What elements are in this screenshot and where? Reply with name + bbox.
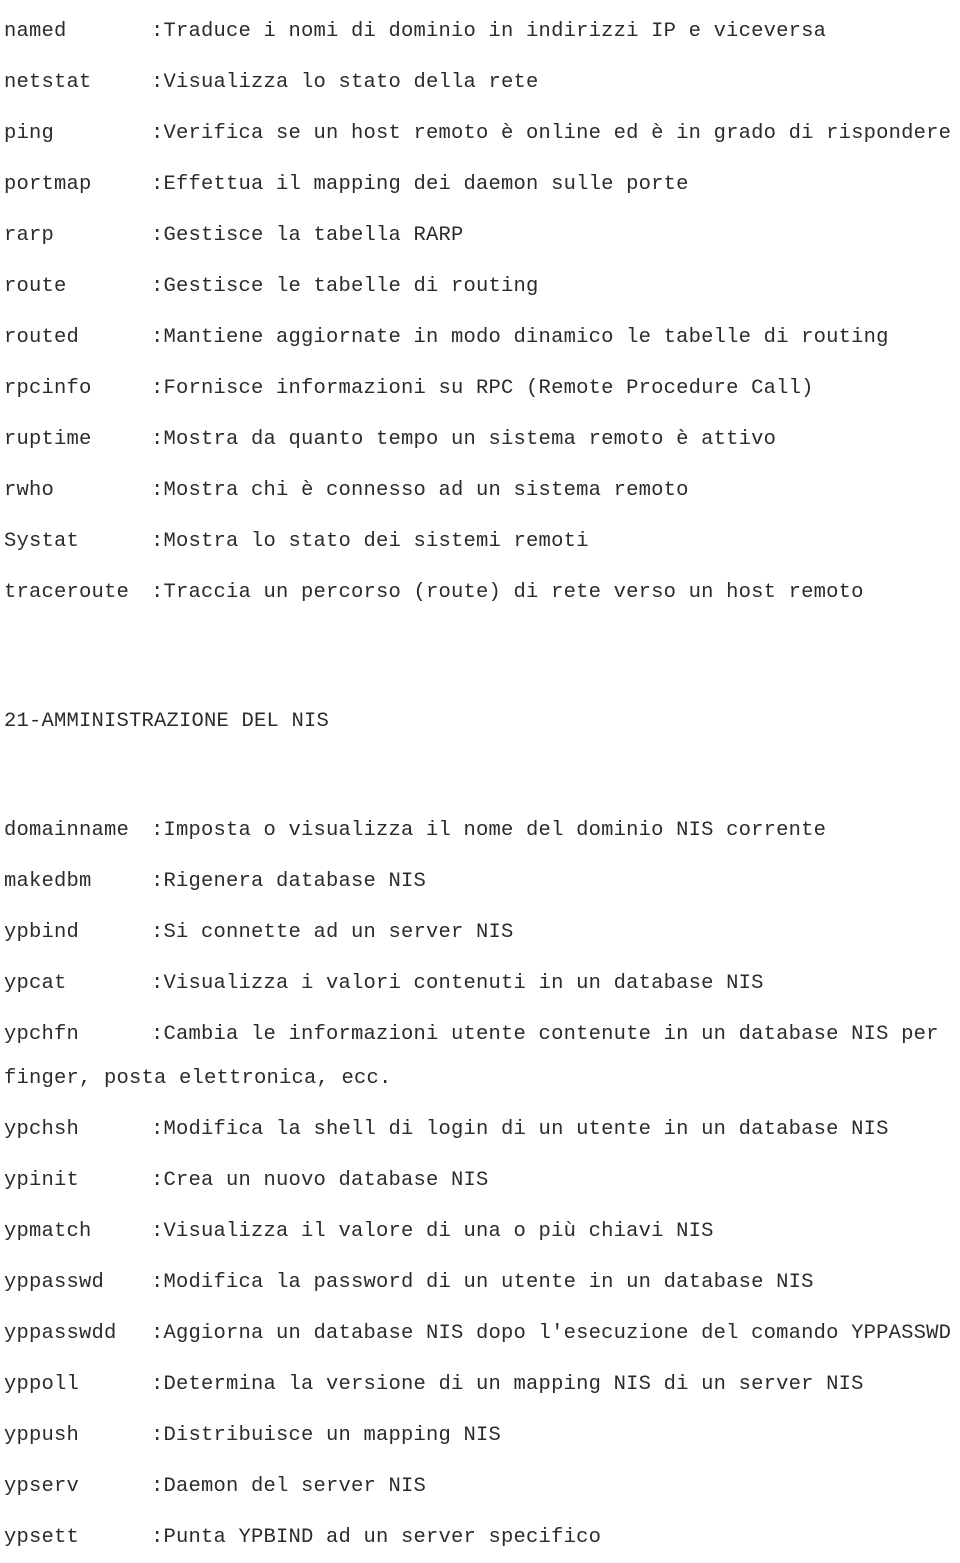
command-entry: ypmatch :Visualizza il valore di una o pi… [4, 1206, 956, 1257]
command-name: portmap [4, 173, 92, 196]
command-description: :Traccia un percorso (route) di rete ver… [151, 581, 864, 604]
command-entry: netstat :Visualizza lo stato della rete [4, 57, 956, 108]
command-entry: ypchsh :Modifica la shell di login di un … [4, 1104, 956, 1155]
command-description: :Mostra lo stato dei sistemi remoti [151, 530, 589, 553]
command-entry: traceroute :Traccia un percorso (route) d… [4, 567, 956, 618]
command-description: :Punta YPBIND ad un server specifico [151, 1526, 602, 1549]
command-entry: portmap :Effettua il mapping dei daemon s… [4, 159, 956, 210]
command-entry: ruptime :Mostra da quanto tempo un sistem… [4, 414, 956, 465]
command-name: ypserv [4, 1475, 80, 1498]
command-name: yppasswd [4, 1271, 105, 1294]
command-description: :Imposta o visualizza il nome del domini… [151, 819, 827, 842]
command-entry: yppush :Distribuisce un mapping NIS [4, 1410, 956, 1461]
command-description-continuation: finger, posta elettronica, ecc. [4, 1067, 392, 1090]
command-entry: routed :Mantiene aggiornate in modo dinam… [4, 312, 956, 363]
command-description: :Si connette ad un server NIS [151, 921, 514, 944]
spacer-before-heading [4, 618, 956, 696]
command-entry: ypchfn:Cambia le informazioni utente con… [4, 1009, 956, 1104]
command-name: rwho [4, 479, 55, 502]
command-entry: ypserv :Daemon del server NIS [4, 1461, 956, 1512]
command-description: :Daemon del server NIS [151, 1475, 427, 1498]
command-description: :Rigenera database NIS [151, 870, 427, 893]
command-name: ypmatch [4, 1220, 92, 1243]
command-description: :Visualizza il valore di una o più chiav… [151, 1220, 714, 1243]
command-entry: yppasswdd :Aggiorna un database NIS dopo … [4, 1308, 956, 1359]
command-name: ping [4, 122, 55, 145]
spacer-after-heading [4, 747, 956, 805]
command-name: yppush [4, 1424, 80, 1447]
command-description: :Mostra da quanto tempo un sistema remot… [151, 428, 777, 451]
command-entry: yppoll :Determina la versione di un mappi… [4, 1359, 956, 1410]
command-name: rpcinfo [4, 377, 92, 400]
document-page: named :Traduce i nomi di dominio in indir… [0, 0, 960, 1549]
command-entry: named :Traduce i nomi di dominio in indir… [4, 6, 956, 57]
command-name: routed [4, 326, 80, 349]
command-name: domainname [4, 819, 130, 842]
command-description: :Visualizza i valori contenuti in un dat… [151, 972, 764, 995]
command-description: :Cambia le informazioni utente contenute… [151, 1023, 939, 1046]
network-command-list: named :Traduce i nomi di dominio in indir… [4, 0, 956, 618]
command-description: :Verifica se un host remoto è online ed … [151, 122, 952, 145]
command-name: ypsett [4, 1526, 80, 1549]
command-entry: route :Gestisce le tabelle di routing [4, 261, 956, 312]
command-entry: ypcat :Visualizza i valori contenuti in u… [4, 958, 956, 1009]
command-name: ruptime [4, 428, 92, 451]
command-entry: yppasswd :Modifica la password di un uten… [4, 1257, 956, 1308]
command-entry: ypinit :Crea un nuovo database NIS [4, 1155, 956, 1206]
command-description: :Gestisce le tabelle di routing [151, 275, 539, 298]
command-entry: rpcinfo :Fornisce informazioni su RPC (Re… [4, 363, 956, 414]
command-name: makedbm [4, 870, 92, 893]
command-description: :Crea un nuovo database NIS [151, 1169, 489, 1192]
command-entry: rwho :Mostra chi è connesso ad un sistema… [4, 465, 956, 516]
command-name: route [4, 275, 67, 298]
command-description: :Fornisce informazioni su RPC (Remote Pr… [151, 377, 814, 400]
command-description: :Mostra chi è connesso ad un sistema rem… [151, 479, 689, 502]
command-name: netstat [4, 71, 92, 94]
command-entry: ping :Verifica se un host remoto è online… [4, 108, 956, 159]
section-heading-nis: 21-AMMINISTRAZIONE DEL NIS [4, 710, 330, 733]
command-entry: ypbind :Si connette ad un server NIS [4, 907, 956, 958]
command-name: named [4, 20, 67, 43]
command-name: ypbind [4, 921, 80, 944]
command-description: :Determina la versione di un mapping NIS… [151, 1373, 864, 1396]
command-entry: ypsett :Punta YPBIND ad un server specifi… [4, 1512, 956, 1563]
command-name: ypcat [4, 972, 67, 995]
command-description: :Modifica la shell di login di un utente… [151, 1118, 889, 1141]
command-entry: Systat :Mostra lo stato dei sistemi remot… [4, 516, 956, 567]
command-name: ypinit [4, 1169, 80, 1192]
command-entry: rarp :Gestisce la tabella RARP [4, 210, 956, 261]
command-name: rarp [4, 224, 55, 247]
command-description: :Visualizza lo stato della rete [151, 71, 539, 94]
command-name: yppasswdd [4, 1322, 117, 1345]
command-name: Systat [4, 530, 80, 553]
command-description: :Modifica la password di un utente in un… [151, 1271, 814, 1294]
command-description: :Traduce i nomi di dominio in indirizzi … [151, 20, 827, 43]
command-description: :Distribuisce un mapping NIS [151, 1424, 502, 1447]
nis-command-list: domainname :Imposta o visualizza il nome … [4, 805, 956, 1563]
command-name: yppoll [4, 1373, 80, 1396]
command-name: traceroute [4, 581, 130, 604]
command-description: :Mantiene aggiornate in modo dinamico le… [151, 326, 889, 349]
command-description: :Aggiorna un database NIS dopo l'esecuzi… [151, 1322, 952, 1345]
command-name: ypchsh [4, 1118, 80, 1141]
command-entry: domainname :Imposta o visualizza il nome … [4, 805, 956, 856]
command-description: :Gestisce la tabella RARP [151, 224, 464, 247]
command-description: :Effettua il mapping dei daemon sulle po… [151, 173, 689, 196]
command-entry: makedbm :Rigenera database NIS [4, 856, 956, 907]
